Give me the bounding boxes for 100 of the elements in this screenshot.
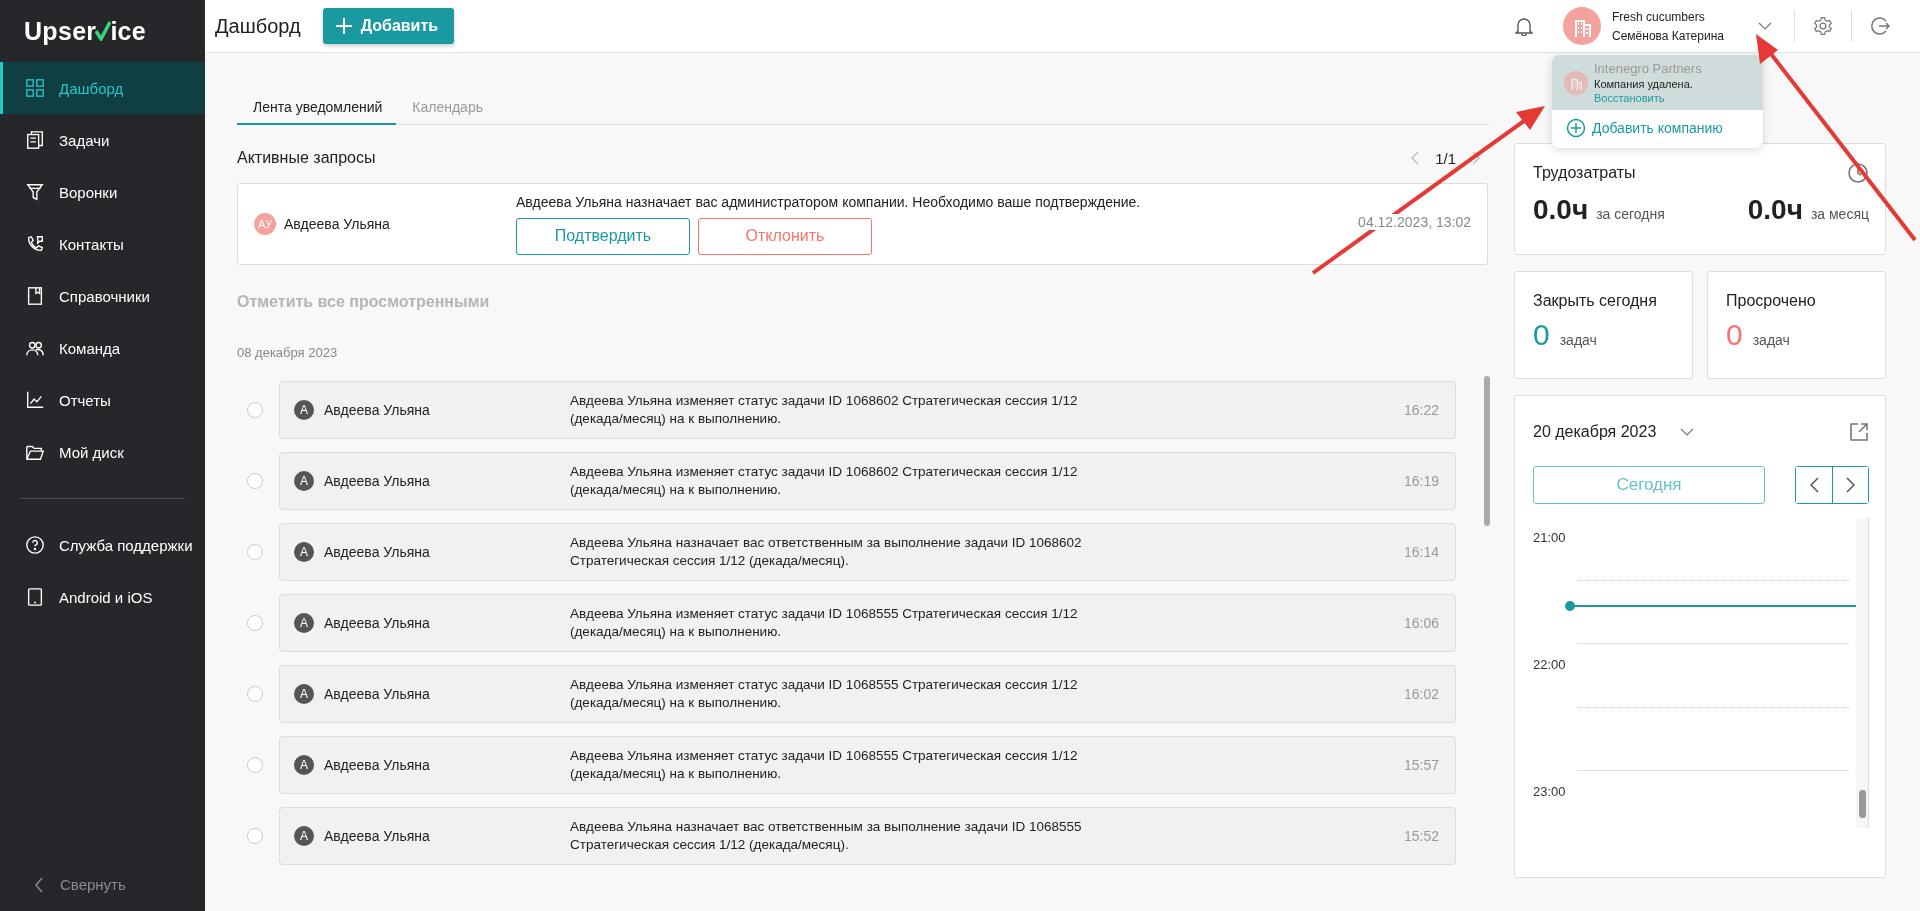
- phone-icon: [25, 234, 45, 254]
- hour-label: 21:00: [1533, 530, 1566, 545]
- chevron-left-icon[interactable]: [1411, 151, 1420, 165]
- hours-value: 0.0ч: [1533, 194, 1589, 225]
- user-avatar: А: [294, 400, 314, 420]
- user-name: Авдеева Ульяна: [324, 686, 430, 702]
- read-radio[interactable]: [247, 615, 263, 631]
- read-radio[interactable]: [247, 402, 263, 418]
- tablet-icon: [25, 587, 45, 607]
- calendar-date: 20 декабря 2023: [1533, 423, 1657, 441]
- user-name: Авдеева Ульяна: [284, 216, 390, 232]
- card-title: Закрыть сегодня: [1533, 292, 1657, 309]
- user-avatar: А: [294, 542, 314, 562]
- user-avatar: АУ: [254, 213, 276, 235]
- sidebar-item[interactable]: Воронки: [0, 166, 205, 218]
- read-radio[interactable]: [247, 686, 263, 702]
- page-counter: 1/1: [1435, 149, 1456, 167]
- notification-text: Авдеева Ульяна назначает вас ответственным за выполнение задачи ID 1068602 Стратегическая сессия 1/12 (декада/месяц).: [570, 534, 1083, 570]
- feed-date: 08 декабря 2023: [237, 345, 339, 360]
- chevron-down-icon[interactable]: [1680, 428, 1695, 436]
- chevron-left-icon: [34, 876, 44, 893]
- user-avatar: А: [294, 613, 314, 633]
- logo-text: ice: [110, 16, 147, 46]
- sidebar-item[interactable]: Контакты: [0, 218, 205, 270]
- user-avatar: А: [294, 826, 314, 846]
- tab[interactable]: Лента уведомлений: [237, 91, 397, 125]
- clock-icon[interactable]: [1847, 162, 1869, 184]
- notification-time: 15:52: [1403, 828, 1439, 844]
- chevron-right-icon: [1846, 477, 1855, 493]
- notification-card[interactable]: А Авдеева Ульяна Авдеева Ульяна изменяет статус задачи ID 1068602 Стратегическая сессия 1/12 (декада/месяц) на к выполнению. 16:22: [279, 381, 1456, 439]
- notification-time: 16:14: [1403, 544, 1439, 560]
- sidebar-item[interactable]: Мой диск: [0, 426, 205, 478]
- request-message: Авдеева Ульяна назначает вас администратором компании. Необходимо ваше подтверждение.: [516, 193, 1141, 210]
- notification-card[interactable]: А Авдеева Ульяна Авдеева Ульяна изменяет статус задачи ID 1068555 Стратегическая сессия 1/12 (декада/месяц) на к выполнению. 16:06: [279, 594, 1456, 652]
- external-link-icon[interactable]: [1849, 422, 1869, 442]
- funnel-icon: [25, 182, 45, 202]
- bell-icon[interactable]: [1515, 16, 1533, 36]
- logo-text: Upser: [24, 16, 97, 46]
- sidebar-item[interactable]: Android и iOS: [0, 571, 205, 623]
- card-title: Трудозатраты: [1533, 164, 1636, 182]
- read-radio[interactable]: [247, 757, 263, 773]
- hour-label: 23:00: [1533, 784, 1566, 799]
- chart-icon: [25, 390, 45, 410]
- user-name: Семёнова Катерина: [1612, 28, 1725, 43]
- company-item[interactable]: Intenegro Partners Компания удалена. Восстановить: [1552, 55, 1763, 110]
- notification-card[interactable]: А Авдеева Ульяна Авдеева Ульяна назначает вас ответственным за выполнение задачи ID 1068555 Стратегическая сессия 1/12 (декада/месяц). 15:52: [279, 807, 1456, 865]
- next-button[interactable]: [1832, 467, 1868, 503]
- hours-value: 0.0ч: [1747, 194, 1803, 225]
- sidebar-item[interactable]: Дашборд: [0, 62, 205, 114]
- logout-icon[interactable]: [1870, 16, 1890, 36]
- add-company-button[interactable]: Добавить компанию: [1552, 110, 1733, 148]
- card-title: Просрочено: [1726, 292, 1816, 309]
- book-icon: [25, 286, 45, 306]
- chevron-right-icon[interactable]: [1472, 151, 1480, 165]
- company-avatar: [1564, 70, 1588, 95]
- stat-unit: задач: [1559, 332, 1597, 348]
- user-name: Авдеева Ульяна: [324, 757, 430, 773]
- read-radio[interactable]: [247, 544, 263, 560]
- scrollbar[interactable]: [1859, 790, 1866, 818]
- sidebar-item[interactable]: Задачи: [0, 114, 205, 166]
- read-radio[interactable]: [247, 828, 263, 844]
- user-name: Авдеева Ульяна: [324, 828, 430, 844]
- plus-circle-icon: [1566, 118, 1586, 138]
- stat-unit: задач: [1752, 332, 1790, 348]
- request-time: 04.12.2023, 13:02: [1358, 214, 1471, 230]
- hours-label: за сегодня: [1596, 206, 1665, 222]
- user-avatar: А: [294, 755, 314, 775]
- notification-text: Авдеева Ульяна изменяет статус задачи ID 1068555 Стратегическая сессия 1/12 (декада/месяц) на к выполнению.: [570, 676, 1079, 712]
- read-radio[interactable]: [247, 473, 263, 489]
- user-name: Авдеева Ульяна: [324, 544, 430, 560]
- clipboard-icon: [25, 130, 45, 150]
- notification-time: 15:57: [1403, 757, 1439, 773]
- notification-card[interactable]: А Авдеева Ульяна Авдеева Ульяна изменяет статус задачи ID 1068555 Стратегическая сессия 1/12 (декада/месяц) на к выполнению. 15:57: [279, 736, 1456, 794]
- notification-card[interactable]: А Авдеева Ульяна Авдеева Ульяна изменяет статус задачи ID 1068555 Стратегическая сессия 1/12 (декада/месяц) на к выполнению. 16:02: [279, 665, 1456, 723]
- notification-text: Авдеева Ульяна назначает вас ответственным за выполнение задачи ID 1068555 Стратегическая сессия 1/12 (декада/месяц).: [570, 818, 1083, 854]
- sidebar-item[interactable]: Справочники: [0, 270, 205, 322]
- company-avatar[interactable]: [1563, 7, 1601, 45]
- help-icon: [25, 535, 45, 555]
- chevron-down-icon[interactable]: [1758, 22, 1772, 30]
- notification-card[interactable]: А Авдеева Ульяна Авдеева Ульяна назначает вас ответственным за выполнение задачи ID 1068602 Стратегическая сессия 1/12 (декада/месяц). 16:14: [279, 523, 1456, 581]
- chevron-left-icon: [1809, 477, 1819, 493]
- sidebar-item[interactable]: Служба поддержки: [0, 519, 205, 571]
- page-title: Дашборд: [215, 14, 301, 38]
- settings-icon[interactable]: [1813, 16, 1833, 36]
- scrollbar[interactable]: [1484, 376, 1490, 526]
- sidebar-item[interactable]: Команда: [0, 322, 205, 374]
- user-name: Авдеева Ульяна: [324, 402, 430, 418]
- notification-text: Авдеева Ульяна изменяет статус задачи ID 1068555 Стратегическая сессия 1/12 (декада/месяц) на к выполнению.: [570, 747, 1079, 783]
- collapse-button[interactable]: Свернуть: [0, 876, 205, 911]
- user-avatar: А: [294, 684, 314, 704]
- notification-text: Авдеева Ульяна изменяет статус задачи ID 1068555 Стратегическая сессия 1/12 (декада/месяц) на к выполнению.: [570, 605, 1079, 641]
- notification-time: 16:06: [1403, 615, 1439, 631]
- company-status: Компания удалена.: [1594, 78, 1694, 90]
- sidebar-item[interactable]: Отчеты: [0, 374, 205, 426]
- user-avatar: А: [294, 471, 314, 491]
- plus-icon: [334, 17, 353, 35]
- check-icon: [95, 21, 112, 41]
- company-name: Fresh cucumbers: [1612, 9, 1706, 24]
- notification-time: 16:22: [1403, 402, 1439, 418]
- notification-card[interactable]: А Авдеева Ульяна Авдеева Ульяна изменяет статус задачи ID 1068602 Стратегическая сессия 1/12 (декада/месяц) на к выполнению. 16:19: [279, 452, 1456, 510]
